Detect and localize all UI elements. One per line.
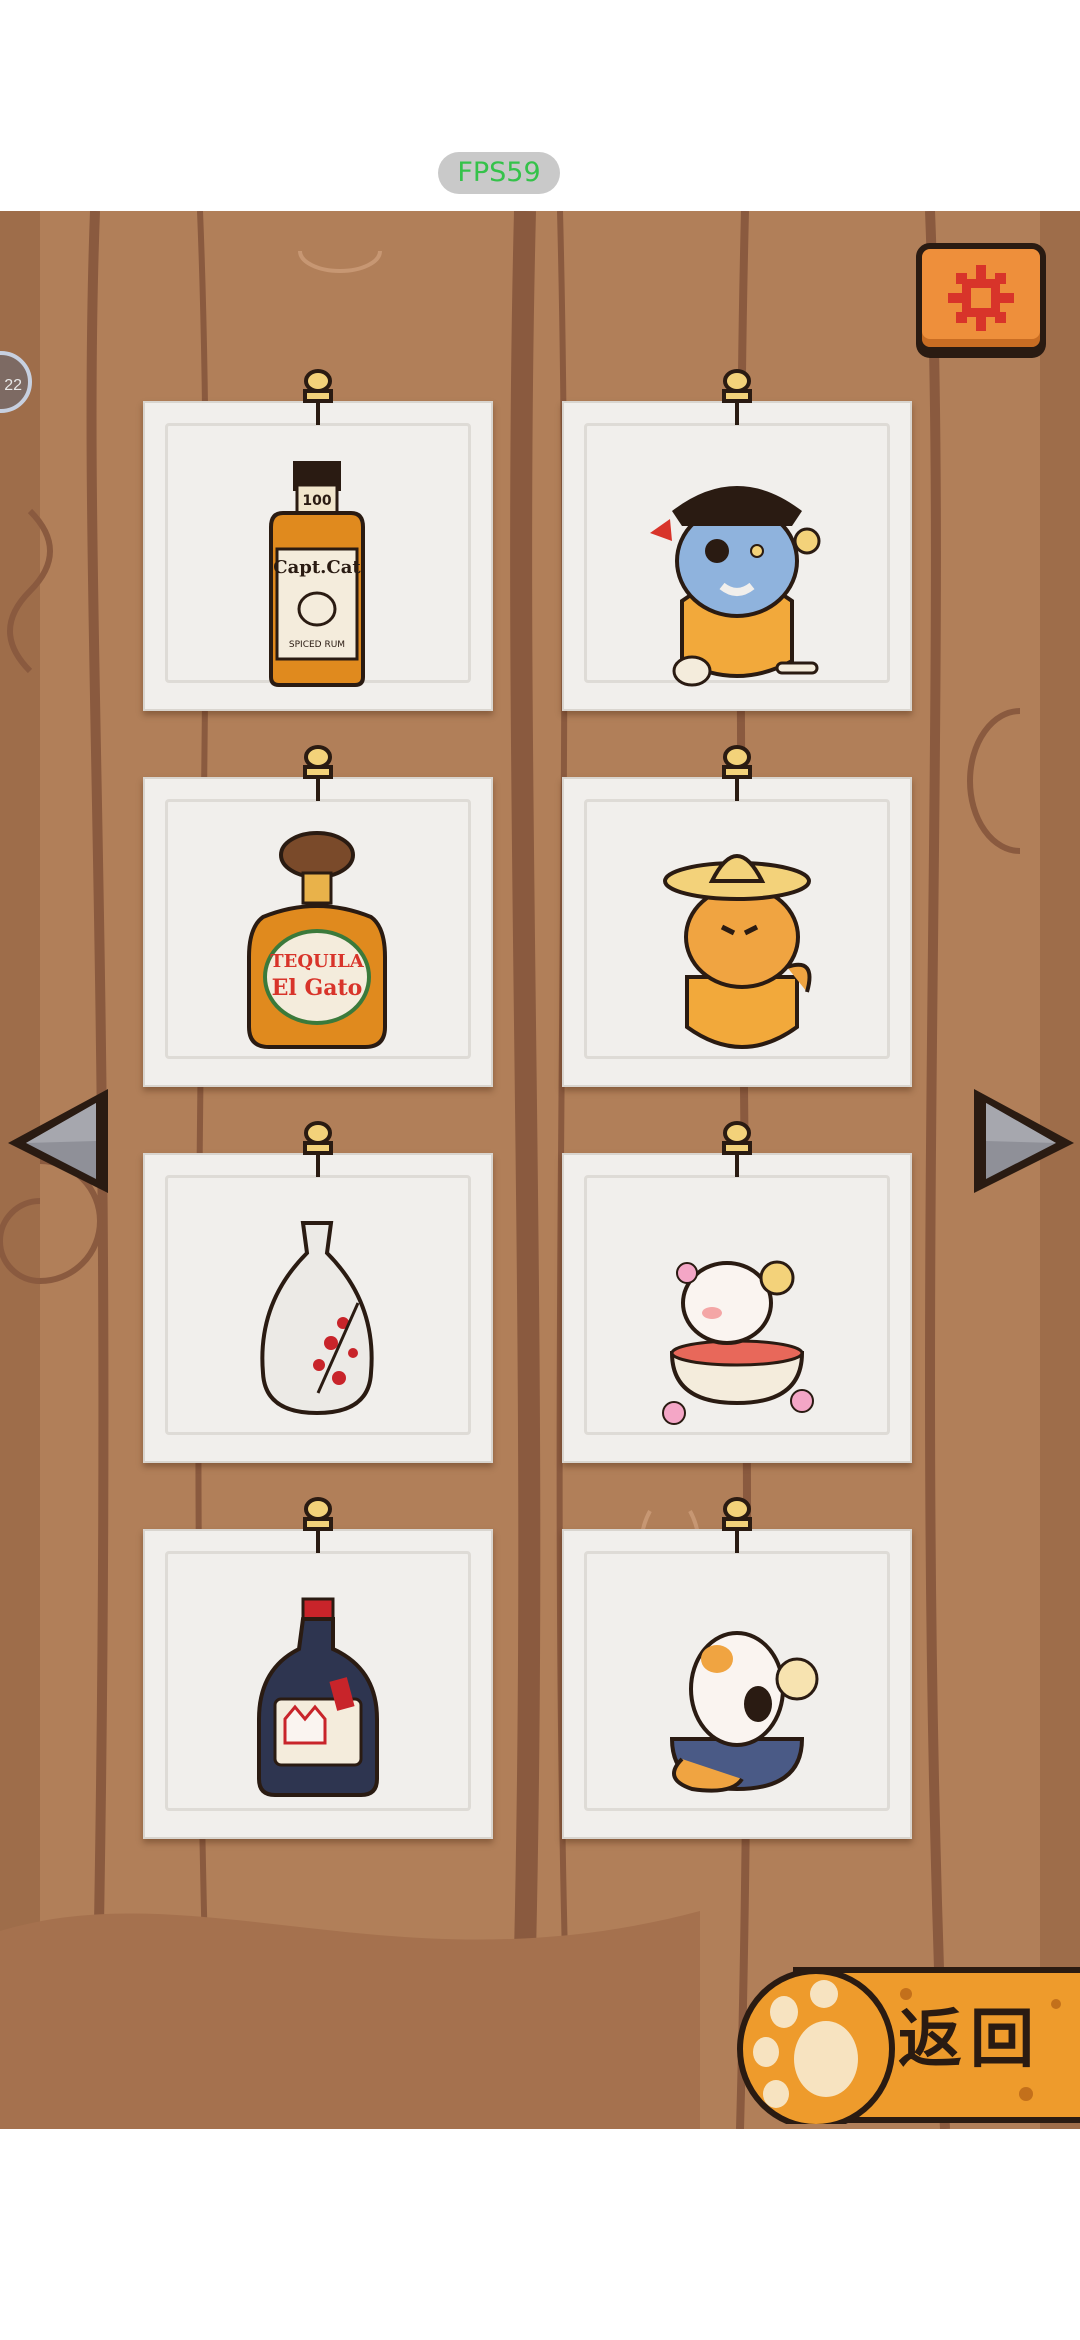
collection-card-3[interactable]: TEQUILA El Gato bbox=[143, 745, 493, 1087]
previous-page-arrow[interactable] bbox=[0, 1081, 120, 1201]
collection-card-2[interactable] bbox=[562, 369, 912, 711]
next-page-arrow[interactable] bbox=[962, 1081, 1080, 1201]
rum-bottle-icon: 100 Capt.Cat SPICED RUM bbox=[269, 461, 365, 687]
gear-icon bbox=[948, 265, 1014, 331]
back-button-label: 返回 bbox=[898, 2003, 1042, 2077]
bottle-tag: 100 bbox=[302, 493, 331, 509]
collection-card-6[interactable] bbox=[562, 1121, 912, 1463]
sombrero-cat-icon bbox=[663, 854, 812, 1049]
blossom-cat-icon bbox=[662, 1260, 814, 1425]
collection-board: 22 100 Capt.Cat SPICED RUM TEQUILA El Ga… bbox=[0, 211, 1080, 2129]
collection-card-7[interactable] bbox=[143, 1497, 493, 1839]
right-triangle-icon bbox=[974, 1089, 1074, 1193]
collection-card-8[interactable] bbox=[562, 1497, 912, 1839]
fps-counter: FPS59 bbox=[438, 152, 560, 194]
collection-card-5[interactable] bbox=[143, 1121, 493, 1463]
collection-card-1[interactable]: 100 Capt.Cat SPICED RUM bbox=[143, 369, 493, 711]
bottle-label: Capt.Cat bbox=[273, 557, 361, 578]
back-button[interactable]: 返回 bbox=[726, 1934, 1080, 2124]
kitsune-sake-bottle-icon bbox=[257, 1597, 379, 1797]
bottle-sublabel: SPICED RUM bbox=[289, 640, 345, 650]
tequila-bottle-icon: TEQUILA El Gato bbox=[247, 831, 387, 1049]
sake-bottle-icon bbox=[260, 1221, 374, 1416]
calico-cat-icon bbox=[669, 1631, 819, 1793]
pirate-cat-icon bbox=[650, 486, 821, 687]
bottle-sublabel: El Gato bbox=[272, 975, 363, 1001]
settings-button[interactable] bbox=[916, 243, 1046, 353]
left-triangle-icon bbox=[8, 1089, 108, 1193]
collection-card-4[interactable] bbox=[562, 745, 912, 1087]
bottle-label: TEQUILA bbox=[270, 951, 365, 972]
